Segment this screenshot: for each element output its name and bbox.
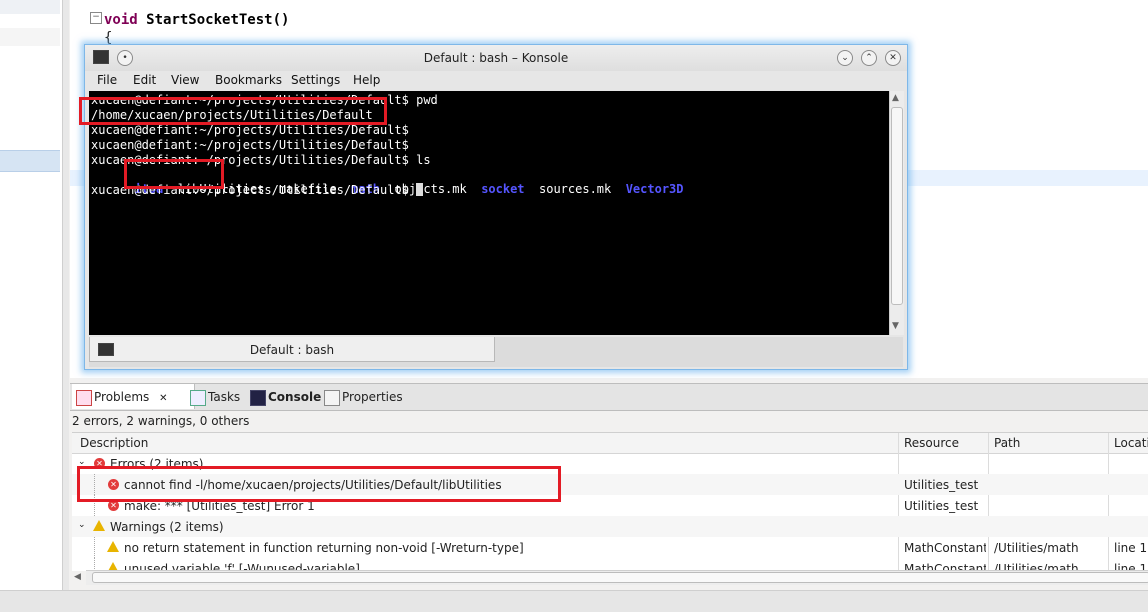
tab-console[interactable]: Console [246,384,321,409]
problem-path: /Utilities/math [994,541,1079,555]
terminal-line: xucaen@defiant:~/projects/Utilities/Defa… [91,153,431,167]
sash-divider[interactable] [62,0,69,611]
session-tab-label: Default : bash [249,343,335,357]
bottom-view-tabs: Problems ✕ Tasks Console Properties [70,383,1148,411]
ls-item: socket [481,182,525,196]
problem-resource: Utilities_test [904,499,979,513]
tree-line [94,474,95,495]
problem-resource: MathConstant [904,541,986,555]
column-header-description[interactable]: Description [80,436,148,450]
close-tab-icon[interactable]: ✕ [159,393,167,404]
terminal-line: xucaen@defiant:~/projects/Utilities/Defa… [91,93,438,107]
terminal-line: xucaen@defiant:~/projects/Utilities/Defa… [91,138,409,152]
menu-bookmarks[interactable]: Bookmarks [215,73,282,87]
tab-properties[interactable]: Properties [320,384,403,409]
code-function-name: StartSocketTest() [146,12,290,28]
terminal-cursor [416,183,424,196]
tab-label: Tasks [208,390,241,404]
error-icon: ✕ [108,500,119,511]
tree-line [94,537,95,558]
explorer-row-selected[interactable] [0,150,60,172]
terminal-prompt: xucaen@defiant:~/projects/Utilities/Defa… [91,183,417,197]
problems-summary: 2 errors, 2 warnings, 0 others [72,414,250,428]
konsole-titlebar[interactable]: • Default : bash – Konsole ⌄ ⌃ ✕ [85,45,907,71]
problem-description: make: *** [Utilities_test] Error 1 [124,499,315,513]
fold-toggle-icon[interactable]: − [90,12,102,24]
menu-file[interactable]: File [97,73,117,87]
tab-tasks[interactable]: Tasks [186,384,240,409]
window-title: Default : bash – Konsole [423,51,569,65]
terminal-scrollbar-thumb[interactable] [891,107,903,305]
horizontal-scrollbar-thumb[interactable] [92,572,1148,583]
error-icon: ✕ [108,479,119,490]
menu-help[interactable]: Help [353,73,380,87]
ls-item: Vector3D [625,182,684,196]
status-bar [0,590,1148,612]
code-line-function: void StartSocketTest() [104,12,289,28]
console-icon [250,390,266,406]
problem-description: no return statement in function returnin… [124,541,524,555]
konsole-menubar: File Edit View Bookmarks Settings Help [85,71,907,91]
warning-icon [93,520,105,531]
code-keyword: void [104,12,138,28]
ls-item: sources.mk [539,182,612,196]
terminal-prompt-line: xucaen@defiant:~/projects/Utilities/Defa… [91,183,424,197]
terminal-line: /home/xucaen/projects/Utilities/Default [91,108,373,122]
konsole-window[interactable]: • Default : bash – Konsole ⌄ ⌃ ✕ File Ed… [84,44,908,370]
menu-view[interactable]: View [171,73,199,87]
minimize-button[interactable]: ⌄ [837,50,853,66]
group-label: Warnings (2 items) [110,520,224,534]
scroll-up-icon[interactable]: ▲ [892,93,899,103]
tab-problems[interactable]: Problems ✕ [72,384,195,409]
scroll-left-icon[interactable]: ◀ [74,572,81,582]
expand-chevron-icon[interactable]: ⌄ [78,520,86,530]
menu-edit[interactable]: Edit [133,73,156,87]
menu-settings[interactable]: Settings [291,73,340,87]
konsole-session-tab[interactable]: Default : bash [89,337,495,362]
tab-label: Problems [94,390,150,404]
table-header: Description Resource Path Locati [72,433,1148,454]
warning-icon [107,541,119,552]
scroll-down-icon[interactable]: ▼ [892,321,899,331]
group-label: Errors (2 items) [110,457,204,471]
column-header-path[interactable]: Path [994,436,1020,450]
problems-icon [76,390,92,406]
column-header-location[interactable]: Locati [1114,436,1148,450]
problem-description: cannot find -l/home/xucaen/projects/Util… [124,478,502,492]
maximize-button[interactable]: ⌃ [861,50,877,66]
table-row[interactable]: ✕ make: *** [Utilities_test] Error 1 Uti… [72,495,1148,516]
explorer-row[interactable] [0,0,60,14]
tab-label: Properties [342,390,403,404]
group-row-errors[interactable]: ⌄ ✕ Errors (2 items) [72,453,1148,474]
tree-line [94,495,95,516]
problem-location: line 13 [1114,541,1148,555]
table-row[interactable]: no return statement in function returnin… [72,537,1148,558]
column-header-resource[interactable]: Resource [904,436,959,450]
close-button[interactable]: ✕ [885,50,901,66]
terminal-output[interactable]: xucaen@defiant:~/projects/Utilities/Defa… [89,91,889,335]
explorer-row[interactable] [0,28,60,46]
error-icon: ✕ [94,458,105,469]
table-row[interactable]: ✕ cannot find -l/home/xucaen/projects/Ut… [72,474,1148,495]
tasks-icon [190,390,206,406]
properties-icon [324,390,340,406]
terminal-line: xucaen@defiant:~/projects/Utilities/Defa… [91,123,409,137]
group-row-warnings[interactable]: ⌄ Warnings (2 items) [72,516,1148,537]
tab-label: Console [268,390,322,404]
expand-chevron-icon[interactable]: ⌄ [78,457,86,467]
problems-table[interactable]: Description Resource Path Locati ⌄ ✕ Err… [72,432,1148,571]
project-explorer-panel [0,0,69,611]
problem-resource: Utilities_test [904,478,979,492]
